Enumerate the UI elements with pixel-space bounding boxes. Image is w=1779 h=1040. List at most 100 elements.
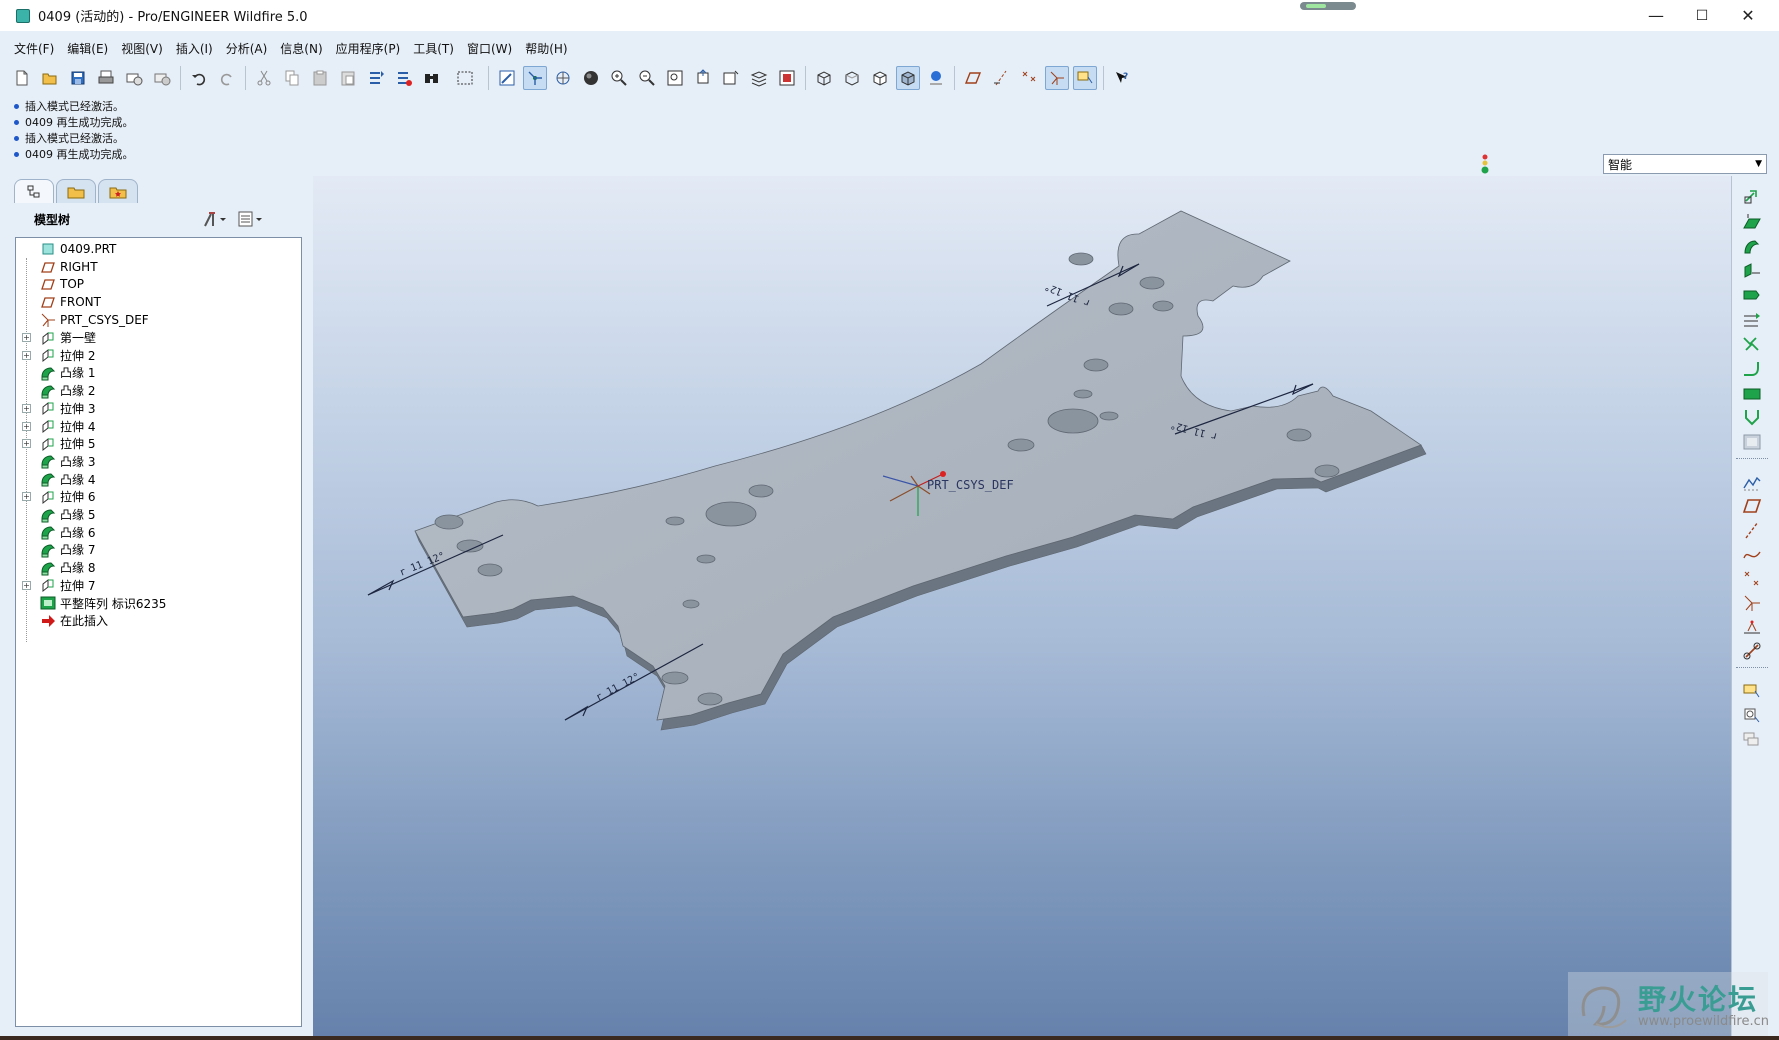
zoom-in-icon[interactable] <box>607 66 631 90</box>
select-box-icon[interactable] <box>448 66 482 90</box>
shaded-icon[interactable] <box>896 66 920 90</box>
rip-icon[interactable] <box>1741 309 1763 331</box>
context-help-icon[interactable]: ? <box>1110 66 1134 90</box>
spin-center-icon[interactable] <box>523 66 547 90</box>
save-icon[interactable] <box>66 66 90 90</box>
datum-point-icon[interactable] <box>1741 568 1763 590</box>
part-icon <box>40 241 56 257</box>
saved-views-icon[interactable] <box>719 66 743 90</box>
twist-wall-icon[interactable] <box>1741 284 1763 306</box>
repaint-icon[interactable] <box>495 66 519 90</box>
datum-link-icon[interactable] <box>1741 640 1763 662</box>
copy-icon[interactable] <box>280 66 304 90</box>
print-icon[interactable] <box>94 66 118 90</box>
wireframe-icon[interactable] <box>812 66 836 90</box>
tree-item-label: 凸缘 3 <box>60 454 96 469</box>
menu-edit[interactable]: 编辑(E) <box>67 40 108 57</box>
expand-icon[interactable]: + <box>22 403 31 413</box>
datum-planes-icon[interactable] <box>961 66 985 90</box>
expand-icon[interactable]: + <box>22 439 31 449</box>
csys-label: PRT_CSYS_DEF <box>927 478 1014 492</box>
bend-back-icon[interactable] <box>1741 406 1763 428</box>
email-link-icon[interactable] <box>150 66 174 90</box>
email-icon[interactable] <box>122 66 146 90</box>
minimize-button[interactable]: — <box>1633 0 1679 31</box>
convert-icon[interactable] <box>1741 186 1763 208</box>
view-manager-icon[interactable] <box>775 66 799 90</box>
datum-points-icon[interactable] <box>1017 66 1041 90</box>
datum-curve-icon[interactable] <box>1741 543 1763 565</box>
menu-view[interactable]: 视图(V) <box>121 40 163 57</box>
expand-icon[interactable]: + <box>22 333 31 342</box>
open-icon[interactable] <box>38 66 62 90</box>
flange-icon <box>40 524 56 540</box>
tree-item-label: 拉伸 6 <box>60 490 96 505</box>
tree-show-button[interactable] <box>236 208 266 230</box>
new-icon[interactable] <box>10 66 34 90</box>
shading-icon[interactable] <box>579 66 603 90</box>
message-area: 插入模式已经激活。 0409 再生成功完成。 插入模式已经激活。 0409 再生… <box>10 98 910 162</box>
analysis-icon[interactable] <box>1741 616 1763 638</box>
redo-icon[interactable] <box>215 66 239 90</box>
paste-special-icon[interactable] <box>336 66 360 90</box>
extend-wall-icon[interactable] <box>1741 260 1763 282</box>
selection-filter-select[interactable]: 智能 ▼ <box>1603 154 1767 174</box>
datum-axes-icon[interactable] <box>989 66 1013 90</box>
reorient-icon[interactable] <box>691 66 715 90</box>
tree-item-label: FRONT <box>60 295 101 310</box>
merge-icon[interactable] <box>1741 333 1763 355</box>
cut-icon[interactable] <box>252 66 276 90</box>
menu-file[interactable]: 文件(F) <box>14 40 54 57</box>
tab-favorites[interactable] <box>98 179 138 203</box>
datum-csys-icon[interactable] <box>1741 592 1763 614</box>
forum-watermark: 野火论坛 www.proewildfire.cn <box>1568 972 1769 1040</box>
tools-icon <box>204 212 226 227</box>
enhanced-realism-icon[interactable] <box>924 66 948 90</box>
flat-pattern-icon[interactable] <box>1741 431 1763 453</box>
expand-icon[interactable]: + <box>22 492 31 502</box>
expand-icon[interactable]: + <box>22 580 31 590</box>
bend-icon[interactable] <box>1741 358 1763 380</box>
menu-window[interactable]: 窗口(W) <box>467 40 512 57</box>
annotations-icon[interactable] <box>1073 66 1097 90</box>
message-line: 0409 再生成功完成。 <box>10 114 910 130</box>
find-icon[interactable] <box>420 66 444 90</box>
sketch-icon[interactable] <box>1741 471 1763 493</box>
expand-icon[interactable]: + <box>22 421 31 431</box>
menu-analysis[interactable]: 分析(A) <box>226 40 268 57</box>
datum-plane-icon[interactable] <box>1741 495 1763 517</box>
menu-applications[interactable]: 应用程序(P) <box>336 40 401 57</box>
note-disabled-icon[interactable] <box>1741 728 1763 750</box>
no-hidden-icon[interactable] <box>868 66 892 90</box>
regenerate-icon[interactable] <box>364 66 388 90</box>
menu-info[interactable]: 信息(N) <box>280 40 322 57</box>
hidden-line-icon[interactable] <box>840 66 864 90</box>
graphics-viewport[interactable]: r 11 12° r 11 12° r 11 12° r 11 12° PRT_… <box>313 176 1731 1036</box>
layers-icon[interactable] <box>747 66 771 90</box>
tree-settings-button[interactable] <box>200 208 230 230</box>
regen-manager-icon[interactable] <box>392 66 416 90</box>
tab-model-tree[interactable] <box>14 179 54 203</box>
datum-axis-icon[interactable] <box>1741 519 1763 541</box>
orient-mode-icon[interactable] <box>551 66 575 90</box>
unbend-icon[interactable] <box>1741 382 1763 404</box>
navigator-tabs <box>14 179 140 203</box>
close-button[interactable]: ✕ <box>1725 0 1771 31</box>
menu-insert[interactable]: 插入(I) <box>176 40 213 57</box>
menu-tools[interactable]: 工具(T) <box>413 40 454 57</box>
status-light-icon <box>1481 154 1489 174</box>
undo-icon[interactable] <box>187 66 211 90</box>
tab-folder-browser[interactable] <box>56 179 96 203</box>
tree-item-label: 在此插入 <box>60 614 109 629</box>
maximize-button[interactable]: ☐ <box>1679 0 1725 31</box>
expand-icon[interactable]: + <box>22 350 31 360</box>
csys-icon[interactable] <box>1045 66 1069 90</box>
annotation-feature-icon[interactable] <box>1741 680 1763 702</box>
refit-icon[interactable] <box>663 66 687 90</box>
zoom-out-icon[interactable] <box>635 66 659 90</box>
flange-wall-icon[interactable] <box>1741 236 1763 258</box>
note-icon[interactable] <box>1741 704 1763 726</box>
menu-help[interactable]: 帮助(H) <box>525 40 567 57</box>
paste-icon[interactable] <box>308 66 332 90</box>
flat-wall-icon[interactable] <box>1741 211 1763 233</box>
